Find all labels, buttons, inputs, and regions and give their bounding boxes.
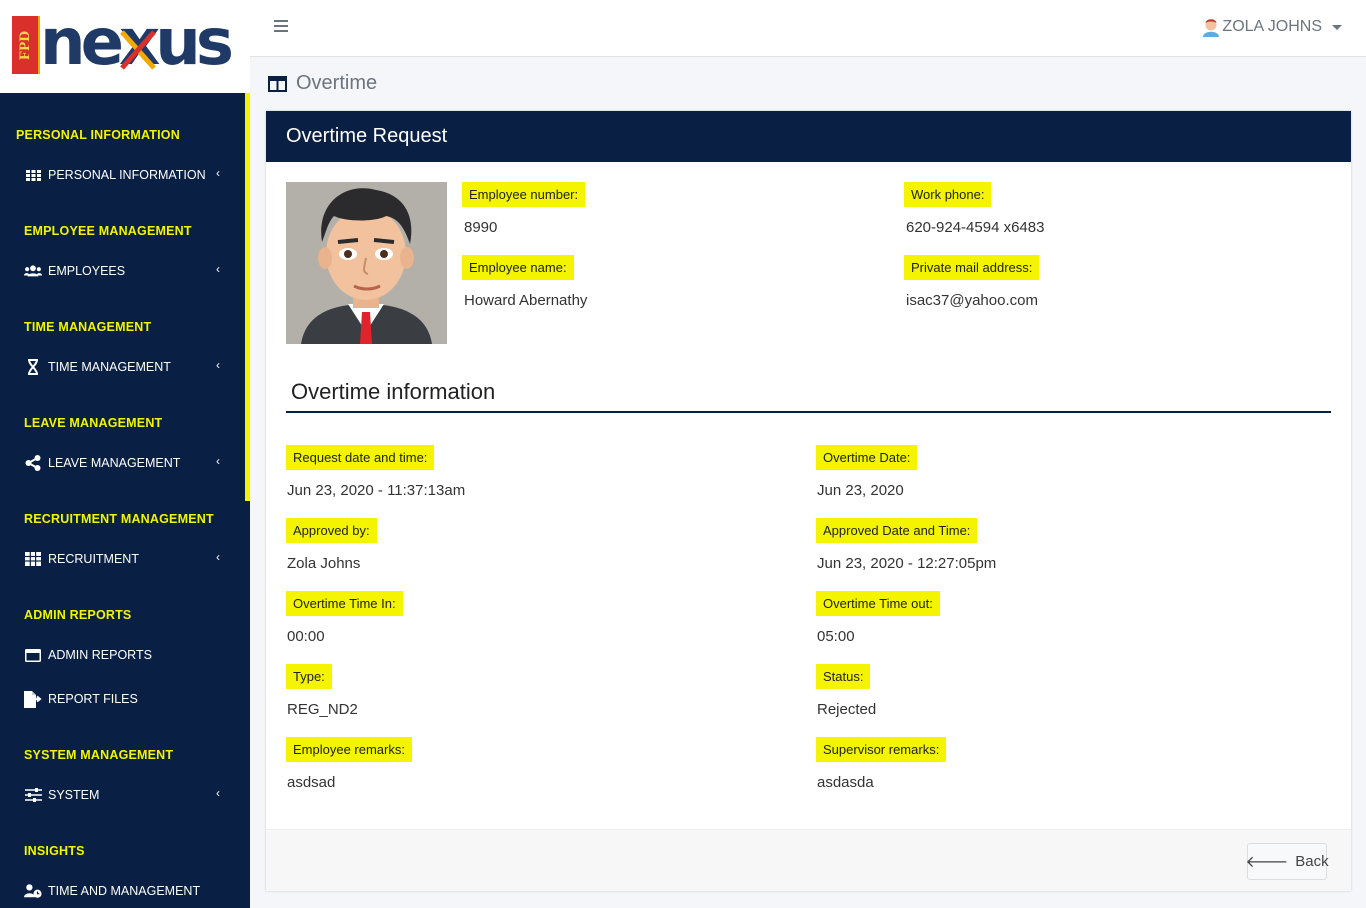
section-recruitment-management: RECRUITMENT MANAGEMENT: [24, 512, 214, 526]
request-datetime: Jun 23, 2020 - 11:37:13am: [287, 482, 466, 499]
request-datetime-label: Request date and time:: [286, 445, 435, 470]
file-export-icon: [24, 690, 42, 708]
sidebar-item-employees[interactable]: EMPLOYEES ‹: [24, 259, 224, 283]
overtime-request-card: Overtime Request Employee number: 8990 E…: [266, 111, 1351, 891]
employee-number: 8990: [464, 219, 498, 236]
sidebar-item-label: ADMIN REPORTS: [48, 648, 152, 662]
employee-name: Howard Abernathy: [464, 292, 588, 309]
page-title: Overtime: [296, 72, 378, 94]
sidebar-item-label: SYSTEM: [48, 788, 100, 802]
supervisor-remarks-label: Supervisor remarks:: [816, 737, 947, 762]
sidebar-item-system[interactable]: SYSTEM ‹: [24, 783, 224, 807]
private-mail-label: Private mail address:: [904, 255, 1040, 280]
approved-by: Zola Johns: [287, 555, 361, 572]
sidebar-item-time-and-management[interactable]: TIME AND MANAGEMENT: [24, 879, 224, 903]
sidebar-item-recruitment[interactable]: RECRUITMENT ‹: [24, 547, 224, 571]
chevron-left-icon: ‹: [216, 262, 220, 276]
approved-by-label: Approved by:: [286, 518, 377, 543]
approved-datetime: Jun 23, 2020 - 12:27:05pm: [817, 555, 997, 572]
user-menu[interactable]: ZOLA JOHNS: [1202, 17, 1342, 37]
sidebar-item-time-management[interactable]: TIME MANAGEMENT ‹: [24, 355, 224, 379]
sidebar-item-label: PERSONAL INFORMATION: [48, 168, 206, 182]
card-footer: 🡐 Back: [266, 829, 1351, 891]
card-icon: [24, 647, 42, 663]
brand[interactable]: FPD nexus: [0, 0, 250, 93]
grid-icon: [24, 167, 42, 183]
employee-name-label: Employee name:: [462, 255, 574, 280]
work-phone-label: Work phone:: [904, 182, 992, 207]
sidebar-item-label: TIME AND MANAGEMENT: [48, 884, 201, 898]
table-icon: [24, 551, 42, 567]
work-phone: 620-924-4594 x6483: [906, 219, 1045, 236]
sidebar-item-label: TIME MANAGEMENT: [48, 360, 171, 374]
section-leave-management: LEAVE MANAGEMENT: [24, 416, 163, 430]
arrow-left-icon: 🡐: [1245, 854, 1289, 871]
user-avatar-icon: [1203, 19, 1220, 37]
time-out: 05:00: [817, 628, 855, 645]
chevron-left-icon: ‹: [216, 454, 220, 468]
time-in-label: Overtime Time In:: [286, 591, 403, 616]
logo-fpd-text: FPD: [12, 16, 38, 74]
employee-remarks: asdsad: [287, 774, 336, 791]
section-admin-reports: ADMIN REPORTS: [24, 608, 132, 622]
back-button-label: Back: [1295, 853, 1329, 870]
type-value: REG_ND2: [287, 701, 358, 718]
time-in: 00:00: [287, 628, 325, 645]
overtime-date-label: Overtime Date:: [816, 445, 918, 470]
section-employee-management: EMPLOYEE MANAGEMENT: [24, 224, 192, 238]
chevron-left-icon: ‹: [216, 550, 220, 564]
status-label: Status:: [816, 664, 871, 689]
employee-remarks-label: Employee remarks:: [286, 737, 412, 762]
section-time-management: TIME MANAGEMENT: [24, 320, 152, 334]
nexus-logo: FPD nexus: [12, 6, 238, 80]
supervisor-remarks: asdasda: [817, 774, 874, 791]
section-insights: INSIGHTS: [24, 844, 85, 858]
sliders-icon: [24, 787, 42, 803]
time-out-label: Overtime Time out:: [816, 591, 940, 616]
top-navbar: ZOLA JOHNS: [250, 0, 1366, 57]
employee-photo: [286, 182, 447, 344]
employee-number-label: Employee number:: [462, 182, 586, 207]
approved-datetime-label: Approved Date and Time:: [816, 518, 978, 543]
overtime-date: Jun 23, 2020: [817, 482, 904, 499]
sidebar-item-report-files[interactable]: REPORT FILES: [24, 687, 224, 711]
sidebar-item-label: REPORT FILES: [48, 692, 138, 706]
logo-x-accent: [120, 30, 156, 70]
chevron-left-icon: ‹: [216, 166, 220, 180]
chevron-left-icon: ‹: [216, 786, 220, 800]
section-divider: [286, 411, 1331, 413]
section-system-management: SYSTEM MANAGEMENT: [24, 748, 174, 762]
sidebar: FPD nexus PERSONAL INFORMATION PERSONAL …: [0, 0, 250, 908]
user-name: ZOLA JOHNS: [1222, 18, 1322, 35]
chevron-left-icon: ‹: [216, 358, 220, 372]
sidebar-item-label: LEAVE MANAGEMENT: [48, 456, 181, 470]
sidebar-item-label: RECRUITMENT: [48, 552, 139, 566]
type-label: Type:: [286, 664, 332, 689]
sidebar-scrollbar[interactable]: [245, 93, 250, 501]
card-title: Overtime Request: [266, 111, 1351, 162]
columns-icon: [268, 75, 287, 92]
section-heading: Overtime information: [291, 379, 496, 404]
caret-down-icon: [1332, 24, 1342, 30]
status-value: Rejected: [817, 701, 877, 718]
sidebar-item-personal-information[interactable]: PERSONAL INFORMATION ‹: [24, 163, 224, 187]
section-personal-information: PERSONAL INFORMATION: [16, 128, 180, 142]
user-clock-icon: [24, 883, 42, 899]
menu-toggle-icon[interactable]: [274, 20, 288, 34]
share-icon: [24, 455, 42, 471]
sidebar-item-leave-management[interactable]: LEAVE MANAGEMENT ‹: [24, 451, 224, 475]
sidebar-item-label: EMPLOYEES: [48, 264, 126, 278]
sidebar-item-admin-reports[interactable]: ADMIN REPORTS: [24, 643, 224, 667]
users-icon: [24, 263, 42, 279]
private-mail: isac37@yahoo.com: [906, 292, 1038, 309]
back-button[interactable]: 🡐 Back: [1245, 843, 1329, 880]
page-header: Overtime: [268, 72, 377, 95]
hourglass-icon: [24, 359, 42, 375]
